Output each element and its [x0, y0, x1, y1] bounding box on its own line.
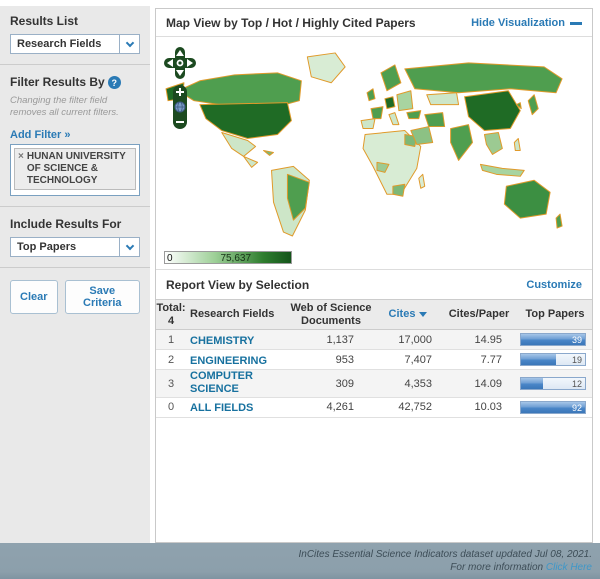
filter-section-title: Filter Results By?	[10, 75, 140, 89]
footer-dataset-line: InCites Essential Science Indicators dat…	[0, 548, 592, 561]
row-cites-per-paper: 14.95	[440, 334, 518, 346]
include-results-dropdown[interactable]: Top Papers	[10, 237, 140, 257]
field-link[interactable]: ALL FIELDS	[190, 402, 253, 415]
column-header-wos-documents[interactable]: Web of Science Documents	[286, 300, 376, 329]
active-filters-box: × HUNAN UNIVERSITY OF SCIENCE & TECHNOLO…	[10, 144, 140, 196]
table-row: 3 COMPUTER SCIENCE 309 4,353 14.09 12	[156, 370, 592, 398]
esi-application: Results List Research Fields Filter Resu…	[0, 0, 600, 579]
map-navigation-controls	[164, 47, 196, 131]
row-cites: 4,353	[376, 378, 440, 390]
top-papers-bar: 39	[520, 333, 586, 346]
row-rank: 2	[156, 354, 186, 366]
help-icon[interactable]: ?	[108, 76, 121, 89]
table-row: 0 ALL FIELDS 4,261 42,752 10.03 92	[156, 398, 592, 418]
row-rank: 1	[156, 334, 186, 346]
row-docs: 953	[286, 354, 376, 366]
row-docs: 4,261	[286, 401, 376, 413]
field-link[interactable]: COMPUTER SCIENCE	[190, 370, 286, 395]
filter-tag-label: HUNAN UNIVERSITY OF SCIENCE & TECHNOLOGY	[27, 151, 132, 187]
results-list-label: Results List	[10, 14, 140, 28]
add-filter-link[interactable]: Add Filter »	[10, 129, 71, 141]
sidebar: Results List Research Fields Filter Resu…	[0, 6, 150, 543]
include-results-label: Include Results For	[10, 217, 140, 231]
row-rank: 3	[156, 378, 186, 390]
table-row: 2 ENGINEERING 953 7,407 7.77 19	[156, 350, 592, 370]
column-header-top-papers[interactable]: Top Papers	[518, 306, 592, 323]
dropdown-button[interactable]	[119, 35, 139, 53]
map-legend-gradient: 0 75,637	[164, 251, 292, 264]
click-here-link[interactable]: Click Here	[546, 562, 592, 573]
field-link[interactable]: ENGINEERING	[190, 355, 267, 368]
hide-visualization-link[interactable]: Hide Visualization	[471, 17, 582, 29]
map-legend: 0 75,637	[164, 251, 592, 269]
column-header-cites[interactable]: Cites	[376, 306, 440, 323]
legend-min-value: 0	[167, 252, 173, 265]
world-map[interactable]	[160, 39, 588, 239]
row-cites-per-paper: 10.03	[440, 401, 518, 413]
row-cites: 7,407	[376, 354, 440, 366]
top-papers-bar: 12	[520, 377, 586, 390]
bar-value: 39	[572, 334, 582, 347]
total-label: Total:	[156, 302, 186, 315]
map-zoom-control	[173, 85, 187, 129]
column-header-research-fields[interactable]: Research Fields	[186, 306, 286, 323]
bar-fill	[521, 354, 556, 365]
row-cites-per-paper: 14.09	[440, 378, 518, 390]
bar-fill	[521, 378, 543, 389]
row-cites: 42,752	[376, 401, 440, 413]
map-view-title: Map View by Top / Hot / Highly Cited Pap…	[166, 16, 416, 30]
filter-note: Changing the filter field removes all cu…	[10, 95, 140, 119]
remove-filter-icon[interactable]: ×	[18, 151, 24, 187]
map-panel-header: Map View by Top / Hot / Highly Cited Pap…	[156, 9, 592, 37]
results-list-selected-value: Research Fields	[11, 38, 119, 50]
table-row: 1 CHEMISTRY 1,137 17,000 14.95 39	[156, 330, 592, 350]
top-papers-bar: 19	[520, 353, 586, 366]
dropdown-button[interactable]	[119, 238, 139, 256]
filter-tag: × HUNAN UNIVERSITY OF SCIENCE & TECHNOLO…	[14, 148, 136, 190]
filter-section-title-text: Filter Results By	[10, 75, 105, 89]
footer-info-prefix: For more information	[450, 562, 546, 573]
report-view-title: Report View by Selection	[166, 278, 309, 292]
section-divider	[0, 206, 150, 207]
cites-header-label: Cites	[389, 308, 416, 321]
include-results-selected-value: Top Papers	[11, 241, 119, 253]
bar-value: 19	[572, 354, 582, 367]
row-rank: 0	[156, 401, 186, 413]
chevron-down-icon	[125, 241, 133, 249]
hide-visualization-label: Hide Visualization	[471, 17, 565, 29]
bar-value: 12	[572, 378, 582, 391]
top-papers-bar: 92	[520, 401, 586, 414]
chevron-down-icon	[125, 38, 133, 46]
collapse-icon	[570, 22, 582, 25]
map-pan-control[interactable]	[164, 47, 196, 79]
row-docs: 309	[286, 378, 376, 390]
report-header: Report View by Selection Customize	[156, 269, 592, 299]
footer-info-line: For more information Click Here	[0, 561, 592, 574]
main-panel: Map View by Top / Hot / Highly Cited Pap…	[155, 8, 593, 543]
results-list-dropdown[interactable]: Research Fields	[10, 34, 140, 54]
customize-link[interactable]: Customize	[526, 279, 582, 291]
total-value: 4	[156, 315, 186, 328]
row-docs: 1,137	[286, 334, 376, 346]
section-divider	[0, 64, 150, 65]
legend-max-value: 75,637	[220, 252, 251, 265]
map-area	[156, 37, 592, 249]
row-cites-per-paper: 7.77	[440, 354, 518, 366]
field-link[interactable]: CHEMISTRY	[190, 335, 254, 348]
results-table: Total: 4 Research Fields Web of Science …	[156, 299, 592, 418]
bar-value: 92	[572, 402, 582, 415]
save-criteria-button[interactable]: Save Criteria	[65, 280, 140, 314]
column-header-cites-per-paper[interactable]: Cites/Paper	[440, 306, 518, 323]
table-header-row: Total: 4 Research Fields Web of Science …	[156, 299, 592, 330]
row-cites: 17,000	[376, 334, 440, 346]
clear-button[interactable]: Clear	[10, 280, 58, 314]
footer: InCites Essential Science Indicators dat…	[0, 543, 600, 579]
section-divider	[0, 267, 150, 268]
sort-descending-icon	[419, 312, 427, 317]
globe-reset-button[interactable]	[175, 102, 185, 112]
total-count-header: Total: 4	[156, 300, 186, 329]
